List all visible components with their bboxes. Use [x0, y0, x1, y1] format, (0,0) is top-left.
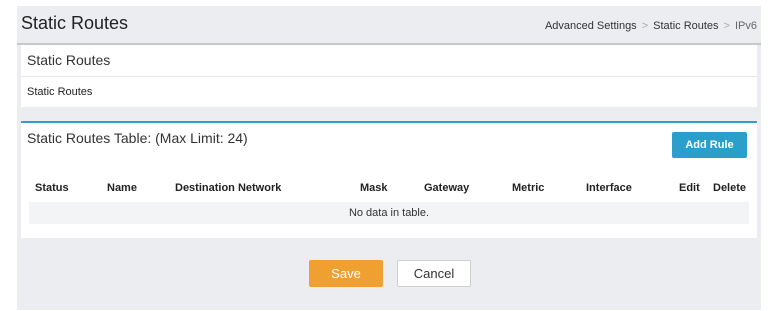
- panel-subtitle: Static Routes: [27, 86, 93, 98]
- page-title: Static Routes: [21, 13, 129, 33]
- breadcrumb-separator: >: [723, 20, 730, 32]
- cancel-button[interactable]: Cancel: [397, 260, 471, 287]
- column-header-mask[interactable]: Mask: [360, 182, 388, 194]
- breadcrumb-separator: >: [641, 20, 649, 32]
- breadcrumb-item-advanced-settings[interactable]: Advanced Settings: [545, 20, 637, 32]
- main-frame: Static Routes Advanced Settings > Static R…: [17, 6, 761, 310]
- column-header-gateway[interactable]: Gateway: [424, 182, 469, 194]
- table-empty-row: No data in table.: [29, 202, 749, 224]
- form-actions: Save Cancel: [17, 260, 761, 288]
- breadcrumb-item-ipv6: IPv6: [734, 20, 757, 32]
- breadcrumb-item-static-routes[interactable]: Static Routes: [653, 20, 718, 32]
- static-routes-panel: Static Routes Static Routes: [21, 45, 757, 107]
- save-button[interactable]: Save: [309, 260, 383, 287]
- table-header: Status Name Destination Network Mask Gat…: [21, 179, 757, 199]
- column-header-status[interactable]: Status: [35, 182, 69, 194]
- column-header-interface[interactable]: Interface: [586, 182, 632, 194]
- panel-title: Static Routes: [21, 45, 757, 77]
- column-header-destination-network[interactable]: Destination Network: [175, 182, 281, 194]
- static-routes-table-panel: Static Routes Table: (Max Limit: 24) Add…: [21, 121, 757, 238]
- column-header-name[interactable]: Name: [107, 182, 137, 194]
- column-header-metric[interactable]: Metric: [512, 182, 544, 194]
- column-header-delete: Delete: [713, 182, 747, 194]
- breadcrumb: Advanced Settings > Static Routes > IPv6: [545, 20, 757, 32]
- table-title: Static Routes Table: (Max Limit: 24): [27, 130, 248, 146]
- column-header-edit: Edit: [679, 182, 700, 194]
- add-rule-button[interactable]: Add Rule: [672, 132, 747, 158]
